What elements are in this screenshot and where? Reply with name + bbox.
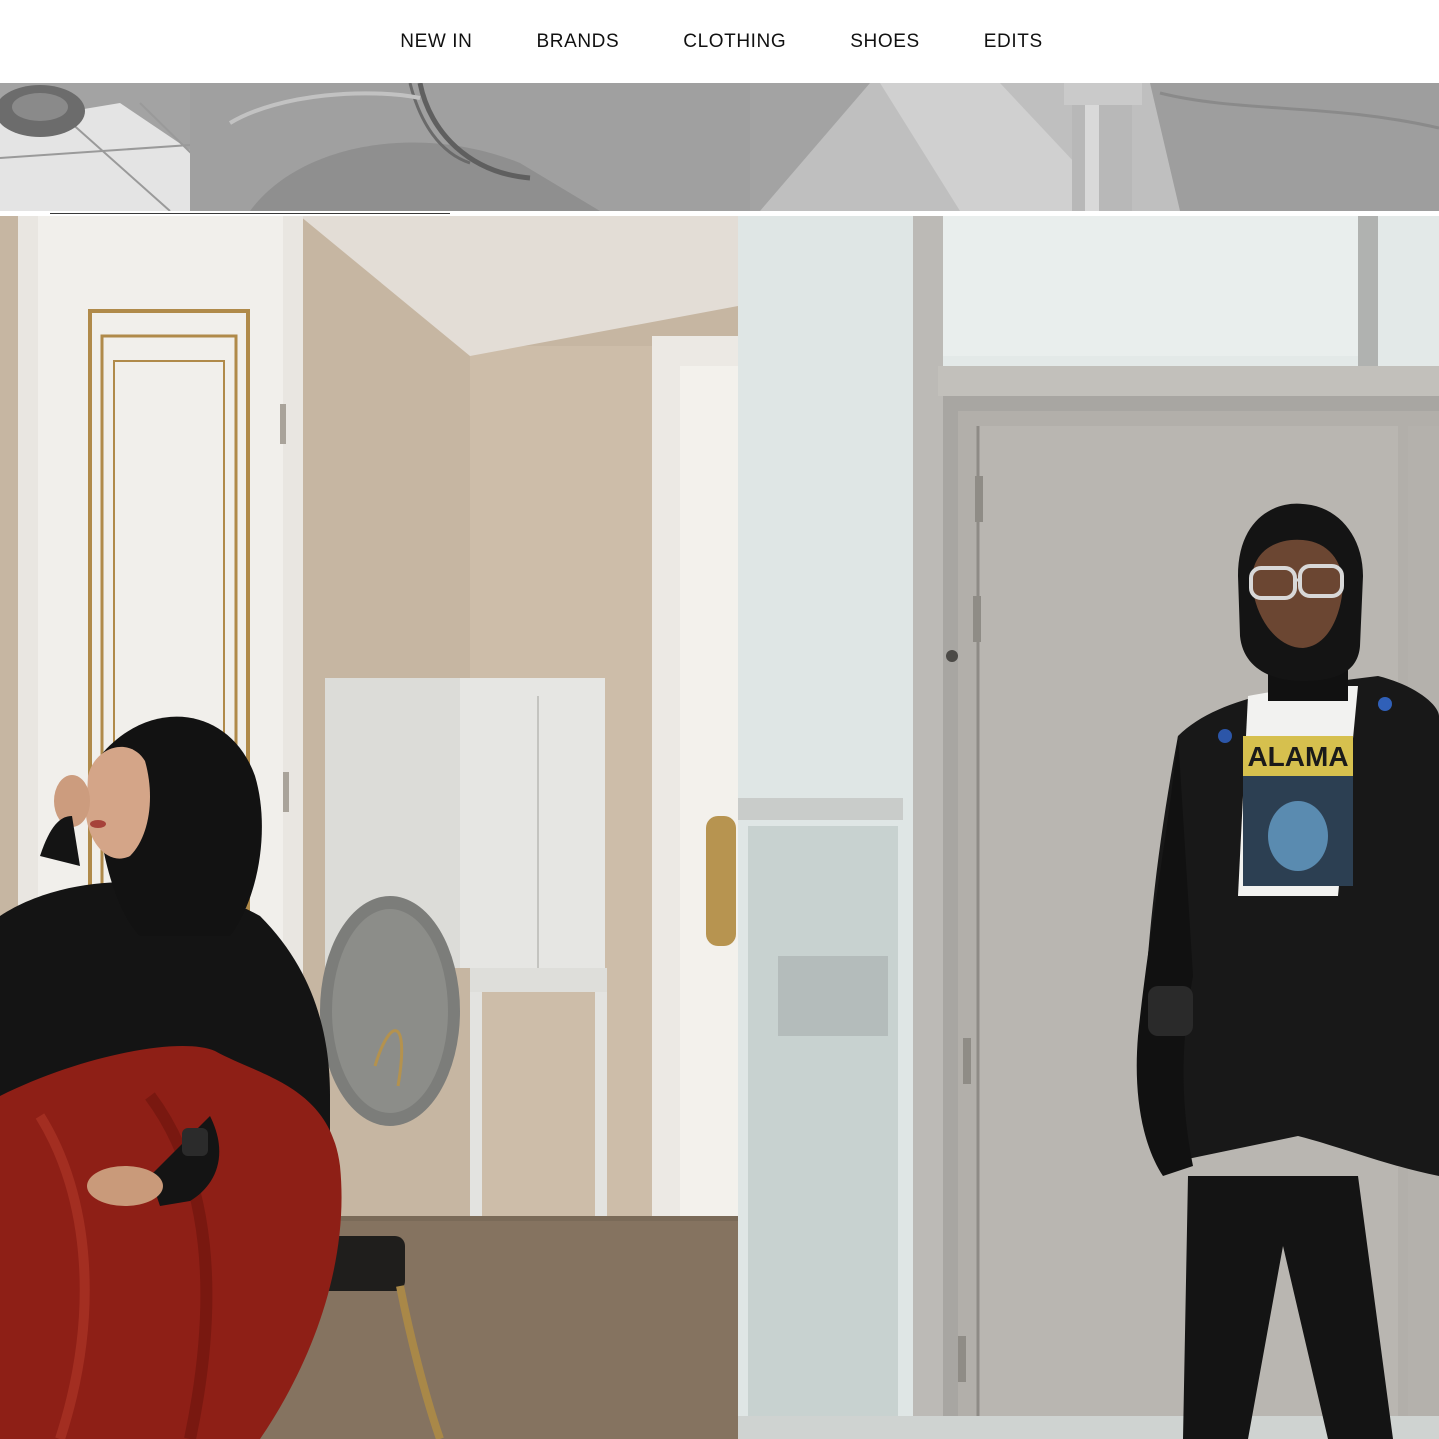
- woman-seated-interior-photo-icon: [0, 216, 738, 1439]
- nav-item-clothing[interactable]: CLOTHING: [683, 31, 786, 53]
- nav-item-new-in[interactable]: NEW IN: [400, 31, 472, 53]
- editorial-panel-right[interactable]: ALAMA: [738, 216, 1439, 1439]
- main-navigation: NEW IN BRANDS CLOTHING SHOES EDITS: [0, 0, 1439, 83]
- nav-item-shoes[interactable]: SHOES: [850, 31, 920, 53]
- grayscale-photo-icon: [0, 83, 1439, 211]
- nav-item-brands[interactable]: BRANDS: [536, 31, 619, 53]
- nav-item-edits[interactable]: EDITS: [984, 31, 1043, 53]
- nav-list: NEW IN BRANDS CLOTHING SHOES EDITS: [400, 31, 1042, 53]
- editorial-panel-left[interactable]: [0, 216, 738, 1439]
- tshirt-print-text: ALAMA: [1247, 741, 1348, 772]
- carousel-progress-line: [50, 213, 450, 214]
- woman-standing-door-photo-icon: ALAMA: [738, 216, 1439, 1439]
- hero-banner-image[interactable]: [0, 83, 1439, 211]
